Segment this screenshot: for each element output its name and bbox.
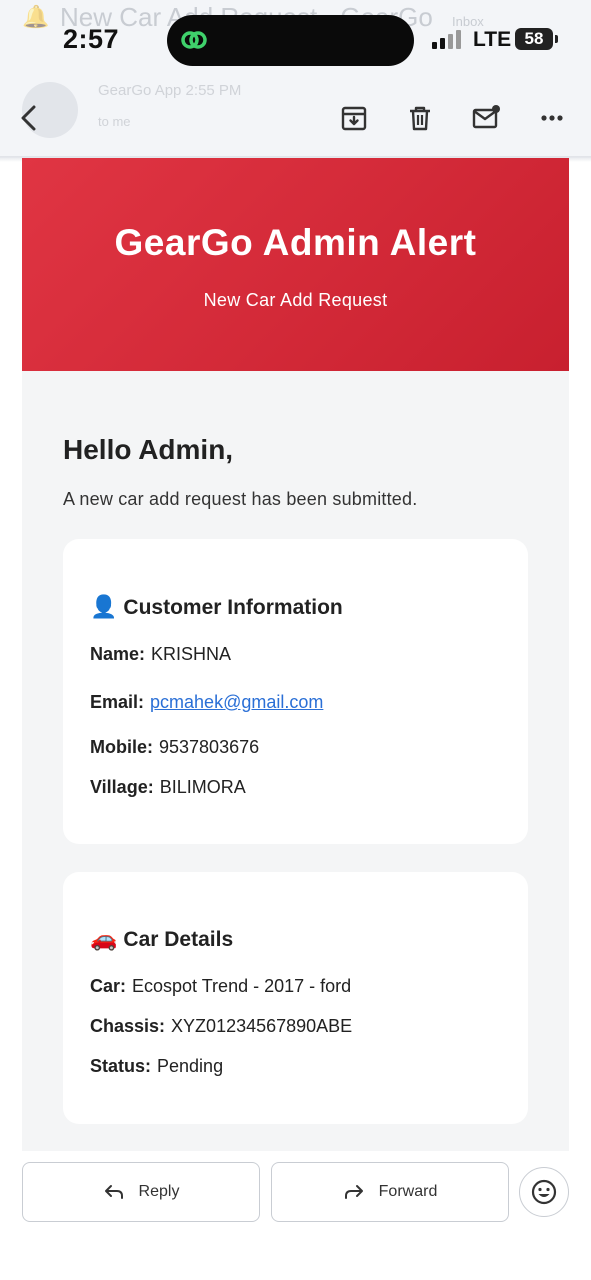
- archive-icon: [341, 106, 367, 131]
- name-label: Name:: [90, 644, 146, 664]
- customer-name-row: Name: KRISHNA: [90, 644, 231, 665]
- archive-button[interactable]: [336, 100, 372, 136]
- customer-email-row: Email: pcmahek@gmail.com: [90, 692, 323, 713]
- customer-card-title: 👤 Customer Information: [90, 594, 343, 619]
- forward-button[interactable]: Forward: [271, 1162, 509, 1222]
- chevron-left-icon: [21, 105, 36, 131]
- status-label: Status:: [90, 1056, 152, 1076]
- customer-email-link[interactable]: pcmahek@gmail.com: [150, 692, 323, 712]
- forward-icon: [344, 1185, 363, 1199]
- chassis-number: XYZ01234567890ABE: [171, 1016, 353, 1036]
- inbox-label: Inbox: [452, 14, 484, 29]
- customer-mobile-row: Mobile: 9537803676: [90, 737, 259, 758]
- car-icon: 🚗: [90, 926, 118, 951]
- chassis-label: Chassis:: [90, 1016, 166, 1036]
- email-body: GearGo Admin Alert New Car Add Request H…: [22, 158, 569, 1151]
- customer-name: KRISHNA: [151, 644, 232, 664]
- customer-info-card: 👤 Customer Information Name: KRISHNA Email…: [63, 539, 528, 844]
- person-icon: 👤: [90, 594, 118, 619]
- trash-icon: [410, 106, 430, 131]
- alert-banner: GearGo Admin Alert New Car Add Request: [22, 158, 569, 371]
- car-label: Car:: [90, 976, 127, 996]
- back-button[interactable]: [12, 100, 48, 136]
- email-label: Email:: [90, 692, 145, 712]
- signal-icon: [432, 29, 464, 49]
- more-options-button[interactable]: [534, 100, 570, 136]
- village-label: Village:: [90, 777, 154, 797]
- emoji-react-button[interactable]: [519, 1167, 569, 1217]
- status-row: Status: Pending: [90, 1056, 223, 1077]
- link-icon: [181, 31, 207, 49]
- mail-unread-icon: [472, 105, 500, 129]
- reply-button[interactable]: Reply: [22, 1162, 260, 1222]
- customer-mobile: 9537803676: [159, 737, 260, 757]
- status-time: 2:57: [63, 24, 120, 54]
- more-icon: [541, 115, 563, 121]
- delete-button[interactable]: [402, 100, 438, 136]
- forward-label: Forward: [378, 1183, 438, 1200]
- request-status: Pending: [157, 1056, 224, 1076]
- network-type: LTE: [473, 28, 512, 51]
- intro-text: A new car add request has been submitted…: [63, 489, 418, 509]
- banner-subtitle: New Car Add Request: [203, 290, 388, 310]
- email-view-screen: 🔔 New Car Add Request - GearGo Inbox Gea…: [0, 0, 591, 1280]
- dynamic-island: [167, 15, 414, 66]
- car-details-card: 🚗 Car Details Car: Ecospot Trend - 2017 - …: [63, 872, 528, 1124]
- car-card-title: 🚗 Car Details: [90, 926, 234, 951]
- greeting: Hello Admin,: [63, 434, 234, 465]
- sender-name: GearGo App 2:55 PM: [98, 82, 242, 99]
- smiley-icon: [531, 1179, 557, 1205]
- customer-village: BILIMORA: [159, 777, 246, 797]
- banner-title: GearGo Admin Alert: [114, 222, 477, 263]
- customer-village-row: Village: BILIMORA: [90, 777, 246, 798]
- reply-label: Reply: [138, 1183, 180, 1200]
- car-model-row: Car: Ecospot Trend - 2017 - ford: [90, 976, 351, 997]
- recipient-line: to me: [98, 114, 131, 129]
- chassis-row: Chassis: XYZ01234567890ABE: [90, 1016, 352, 1037]
- mark-unread-button[interactable]: [468, 100, 504, 136]
- bell-icon: 🔔: [22, 4, 50, 29]
- battery-icon: 58: [515, 28, 558, 50]
- mobile-label: Mobile:: [90, 737, 153, 757]
- car-model: Ecospot Trend - 2017 - ford: [132, 976, 352, 996]
- reply-icon: [104, 1185, 123, 1199]
